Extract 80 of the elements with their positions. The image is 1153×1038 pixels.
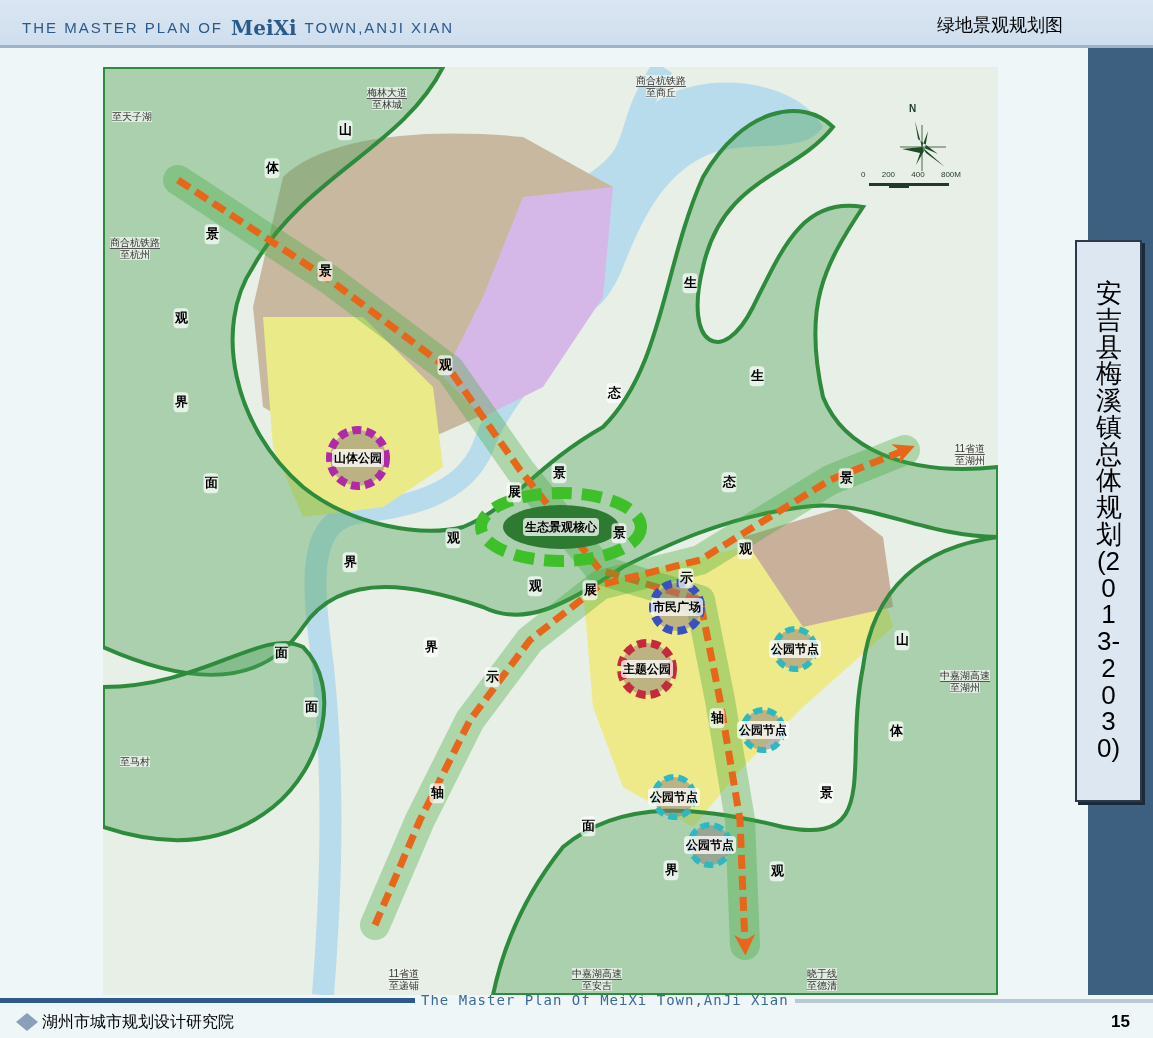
road-destination: 至天子湖 <box>112 111 152 122</box>
road-name: 中嘉湖高速 <box>572 968 622 980</box>
axis-label: 面 <box>303 697 319 717</box>
axis-label: 态 <box>606 383 622 403</box>
axis-label: 轴 <box>709 708 725 728</box>
park-label: 公园节点 <box>684 836 736 854</box>
road-name: 晓于线 <box>807 968 837 980</box>
road-destination: 至杭州 <box>120 249 150 260</box>
page-number: 15 <box>1110 1011 1131 1034</box>
road-name: 商合杭铁路 <box>636 75 686 87</box>
institute-name: 湖州市城市规划设计研究院 <box>42 1012 234 1032</box>
axis-label: 界 <box>423 637 439 657</box>
park-label: 公园节点 <box>648 788 700 806</box>
axis-label: 景 <box>611 523 627 543</box>
axis-label: 界 <box>342 552 358 572</box>
axis-label: 示 <box>678 568 694 588</box>
axis-label: 观 <box>527 576 543 596</box>
node-ring <box>687 822 733 868</box>
road-destination: 至德清 <box>807 980 837 991</box>
road-name: 11省道 <box>954 443 986 455</box>
diamond-icon <box>16 1013 38 1031</box>
axis-label: 态 <box>721 472 737 492</box>
park-label: 公园节点 <box>769 640 821 658</box>
axis-label: 观 <box>769 861 785 881</box>
axis-label: 景 <box>551 463 567 483</box>
road-destination: 至商丘 <box>646 87 676 98</box>
park-ring <box>617 639 677 699</box>
park-label: 山体公园 <box>332 449 384 467</box>
axis-label: 界 <box>663 860 679 880</box>
axis-label: 面 <box>580 816 596 836</box>
axis-label: 景 <box>818 783 834 803</box>
scale-label: 200 <box>881 170 896 180</box>
axis-label: 面 <box>203 473 219 493</box>
road-destination: 至马村 <box>120 756 150 767</box>
axis-label: 观 <box>173 308 189 328</box>
axis-label: 展 <box>506 482 522 502</box>
road-name: 梅林大道 <box>367 87 407 99</box>
axis-label: 界 <box>173 392 189 412</box>
axis-label: 面 <box>273 643 289 663</box>
road-destination: 至湖州 <box>955 455 985 466</box>
core-label: 生态景观核心 <box>523 518 599 536</box>
park-label: 公园节点 <box>737 721 789 739</box>
axis-label: 轴 <box>429 783 445 803</box>
node-ring <box>772 626 818 672</box>
page-title: 绿地景观规划图 <box>937 14 1063 37</box>
road-name: 商合杭铁路 <box>110 237 160 249</box>
road-destination: 至递铺 <box>389 980 419 991</box>
scale-label: 400 <box>911 170 925 180</box>
axis-label: 景 <box>317 261 333 281</box>
road-name: 中嘉湖高速 <box>940 670 990 682</box>
compass-label: N <box>909 102 917 116</box>
header-subtitle: TOWN,ANJI XIAN <box>304 17 454 38</box>
axis-label: 山 <box>337 120 353 140</box>
node-ring <box>740 707 786 753</box>
scale-label: 0 <box>861 170 866 180</box>
axis-label: 山 <box>894 630 910 650</box>
compass-icon <box>899 121 947 172</box>
node-ring <box>651 774 697 820</box>
header-logo: MeiXi <box>231 17 297 39</box>
park-label: 主题公园 <box>621 660 673 678</box>
road-destination: 至湖州 <box>950 682 980 693</box>
header-subtitle: THE MASTER PLAN OF <box>22 17 224 38</box>
axis-label: 体 <box>888 721 904 741</box>
road-name: 11省道 <box>388 968 420 980</box>
scale-label: 800M <box>940 170 961 180</box>
axis-label: 观 <box>445 528 461 548</box>
park-ring <box>326 426 390 490</box>
park-label: 市民广场 <box>651 598 703 616</box>
axis-label: 生 <box>749 366 765 386</box>
axis-label: 观 <box>737 539 753 559</box>
axis-label: 景 <box>838 468 854 488</box>
axis-label: 示 <box>484 667 500 687</box>
axis-label: 生 <box>682 273 698 293</box>
road-destination: 至安吉 <box>582 980 612 991</box>
axis-label: 展 <box>582 580 598 600</box>
road-destination: 至林城 <box>372 99 402 110</box>
axis-label: 景 <box>204 224 220 244</box>
axis-label: 体 <box>264 158 280 178</box>
plan-title: 安吉县梅溪镇总体规划(2013-2030) <box>1095 280 1122 762</box>
axis-label: 观 <box>437 355 453 375</box>
